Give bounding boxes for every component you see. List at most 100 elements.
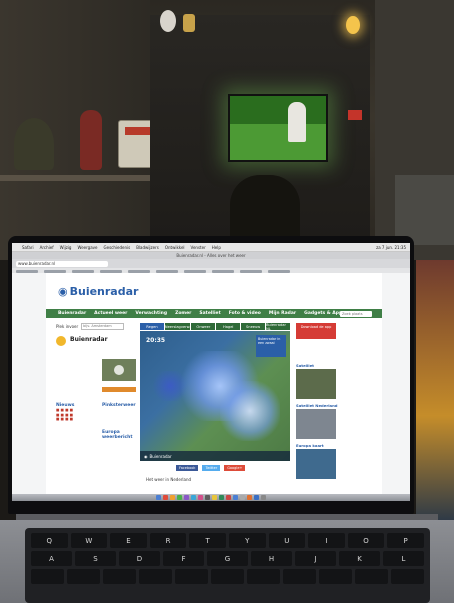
dock-icon[interactable] <box>212 495 217 500</box>
dock-icon[interactable] <box>240 495 245 500</box>
europe-title[interactable]: Europa weerbericht <box>102 430 136 440</box>
key[interactable]: A <box>31 551 72 566</box>
key[interactable]: R <box>149 533 187 548</box>
satellite-nl-label[interactable]: Satelliet Nederland <box>296 403 338 408</box>
key[interactable] <box>319 569 352 584</box>
dock-icon[interactable] <box>156 495 161 500</box>
google-plus-button[interactable]: Google+ <box>224 465 246 471</box>
dock-icon[interactable] <box>254 495 259 500</box>
menu-item-develop[interactable]: Ontwikkel <box>165 245 185 250</box>
dock-icon[interactable] <box>219 495 224 500</box>
place-search: Plek invoer bijv. Amsterdam <box>56 323 136 330</box>
key[interactable]: P <box>387 533 424 548</box>
television <box>228 94 362 162</box>
key[interactable] <box>211 569 244 584</box>
europe-map-label[interactable]: Europa kaart <box>296 443 324 448</box>
key[interactable]: H <box>251 551 292 566</box>
app-ad[interactable]: Download de app <box>296 323 336 339</box>
dock-icon[interactable] <box>247 495 252 500</box>
site-logo[interactable]: ◉ Buienradar <box>58 285 138 298</box>
browser-tab[interactable]: Buienradar.nl - Alles over het weer <box>176 253 245 258</box>
dock-icon[interactable] <box>226 495 231 500</box>
key[interactable]: W <box>70 533 108 548</box>
nav-item-forecast[interactable]: Verwachting <box>135 311 167 316</box>
menu-item-bookmarks[interactable]: Bladwijzers <box>136 245 159 250</box>
key[interactable]: U <box>268 533 306 548</box>
menu-item-history[interactable]: Geschiedenis <box>104 245 131 250</box>
tab-precip[interactable]: Neerslagverw. <box>164 323 191 330</box>
key[interactable]: Q <box>31 533 68 548</box>
forecast-title[interactable]: Pinksterweer <box>102 403 136 408</box>
dock-icon[interactable] <box>184 495 189 500</box>
key[interactable] <box>283 569 316 584</box>
dock-icon[interactable] <box>177 495 182 500</box>
dock-icon[interactable] <box>191 495 196 500</box>
key[interactable]: I <box>308 533 345 548</box>
europe-map-thumb[interactable] <box>296 449 336 479</box>
video-thumbnail[interactable] <box>102 359 136 381</box>
satellite-thumb[interactable] <box>296 369 336 399</box>
menu-item-view[interactable]: Weergave <box>77 245 97 250</box>
tab-snow[interactable]: Sneeuw <box>241 323 266 330</box>
menu-item-help[interactable]: Help <box>212 245 221 250</box>
key[interactable]: O <box>347 533 385 548</box>
laptop-screen: Safari Archief Wijzig Weergave Geschiede… <box>12 243 410 501</box>
place-input[interactable]: bijv. Amsterdam <box>81 323 125 330</box>
radar-map[interactable]: 20:35 Buienradar in een zwaai ◉ Buienrad… <box>140 331 290 461</box>
satellite-label[interactable]: Satelliet <box>296 363 314 368</box>
nav-item-photo[interactable]: Foto & video <box>229 311 261 316</box>
dock-icon[interactable] <box>170 495 175 500</box>
menu-item-file[interactable]: Archief <box>40 245 54 250</box>
dock-icon[interactable] <box>163 495 168 500</box>
key[interactable]: D <box>119 551 160 566</box>
web-page: ◉ Buienradar Buienradar Actueel weer Ver… <box>12 273 410 501</box>
key[interactable]: J <box>295 551 336 566</box>
map-caption[interactable]: Het weer in Nederland <box>146 477 191 482</box>
site-search-input[interactable]: Zoek plaats <box>340 310 372 317</box>
nav-item-apps[interactable]: Gadgets & Apps <box>304 311 345 316</box>
menu-item-window[interactable]: Venster <box>191 245 206 250</box>
dock-icon[interactable] <box>198 495 203 500</box>
key[interactable] <box>139 569 172 584</box>
tab-hail[interactable]: Hagel <box>216 323 241 330</box>
trash-icon[interactable] <box>261 495 266 500</box>
key[interactable] <box>67 569 100 584</box>
key[interactable]: K <box>339 551 380 566</box>
nav-item-myradar[interactable]: Mijn Radar <box>269 311 296 316</box>
tab-nl[interactable]: Buienradar NL <box>266 323 290 331</box>
nav-item-current[interactable]: Actueel weer <box>94 311 127 316</box>
facebook-button[interactable]: Facebook <box>176 465 199 471</box>
url-field[interactable]: www.buienradar.nl <box>16 260 108 267</box>
play-icon[interactable] <box>114 365 124 375</box>
key[interactable]: F <box>163 551 204 566</box>
key[interactable]: Y <box>228 533 266 548</box>
key[interactable] <box>175 569 208 584</box>
tab-thunder[interactable]: Onweer <box>191 323 216 330</box>
key[interactable]: T <box>189 533 226 548</box>
menu-app[interactable]: Safari <box>22 245 34 250</box>
key[interactable]: S <box>75 551 116 566</box>
key[interactable]: L <box>383 551 424 566</box>
twitter-button[interactable]: Twitter <box>202 465 221 471</box>
key[interactable] <box>391 569 424 584</box>
current-weather: Buienradar <box>56 336 136 346</box>
dock-icon[interactable] <box>233 495 238 500</box>
satellite-nl-thumb[interactable] <box>296 409 336 439</box>
map-popup[interactable]: Buienradar in een zwaai <box>256 335 286 357</box>
key[interactable] <box>247 569 280 584</box>
nav-item-satellite[interactable]: Satelliet <box>199 311 220 316</box>
tab-rain[interactable]: Regen <box>140 323 164 330</box>
nav-item-summer[interactable]: Zomer <box>175 311 191 316</box>
key[interactable]: G <box>207 551 248 566</box>
key[interactable] <box>355 569 388 584</box>
nav-item-home[interactable]: Buienradar <box>58 311 86 316</box>
weather-title: Buienradar <box>70 336 108 343</box>
dock-icon[interactable] <box>205 495 210 500</box>
rain-cell <box>220 381 280 441</box>
key[interactable] <box>103 569 136 584</box>
menu-item-edit[interactable]: Wijzig <box>60 245 72 250</box>
key[interactable]: E <box>110 533 147 548</box>
key[interactable] <box>31 569 64 584</box>
keyboard-row-home: A S D F G H J K L <box>31 551 424 566</box>
buienradar-logo-icon: ◉ <box>58 285 68 298</box>
